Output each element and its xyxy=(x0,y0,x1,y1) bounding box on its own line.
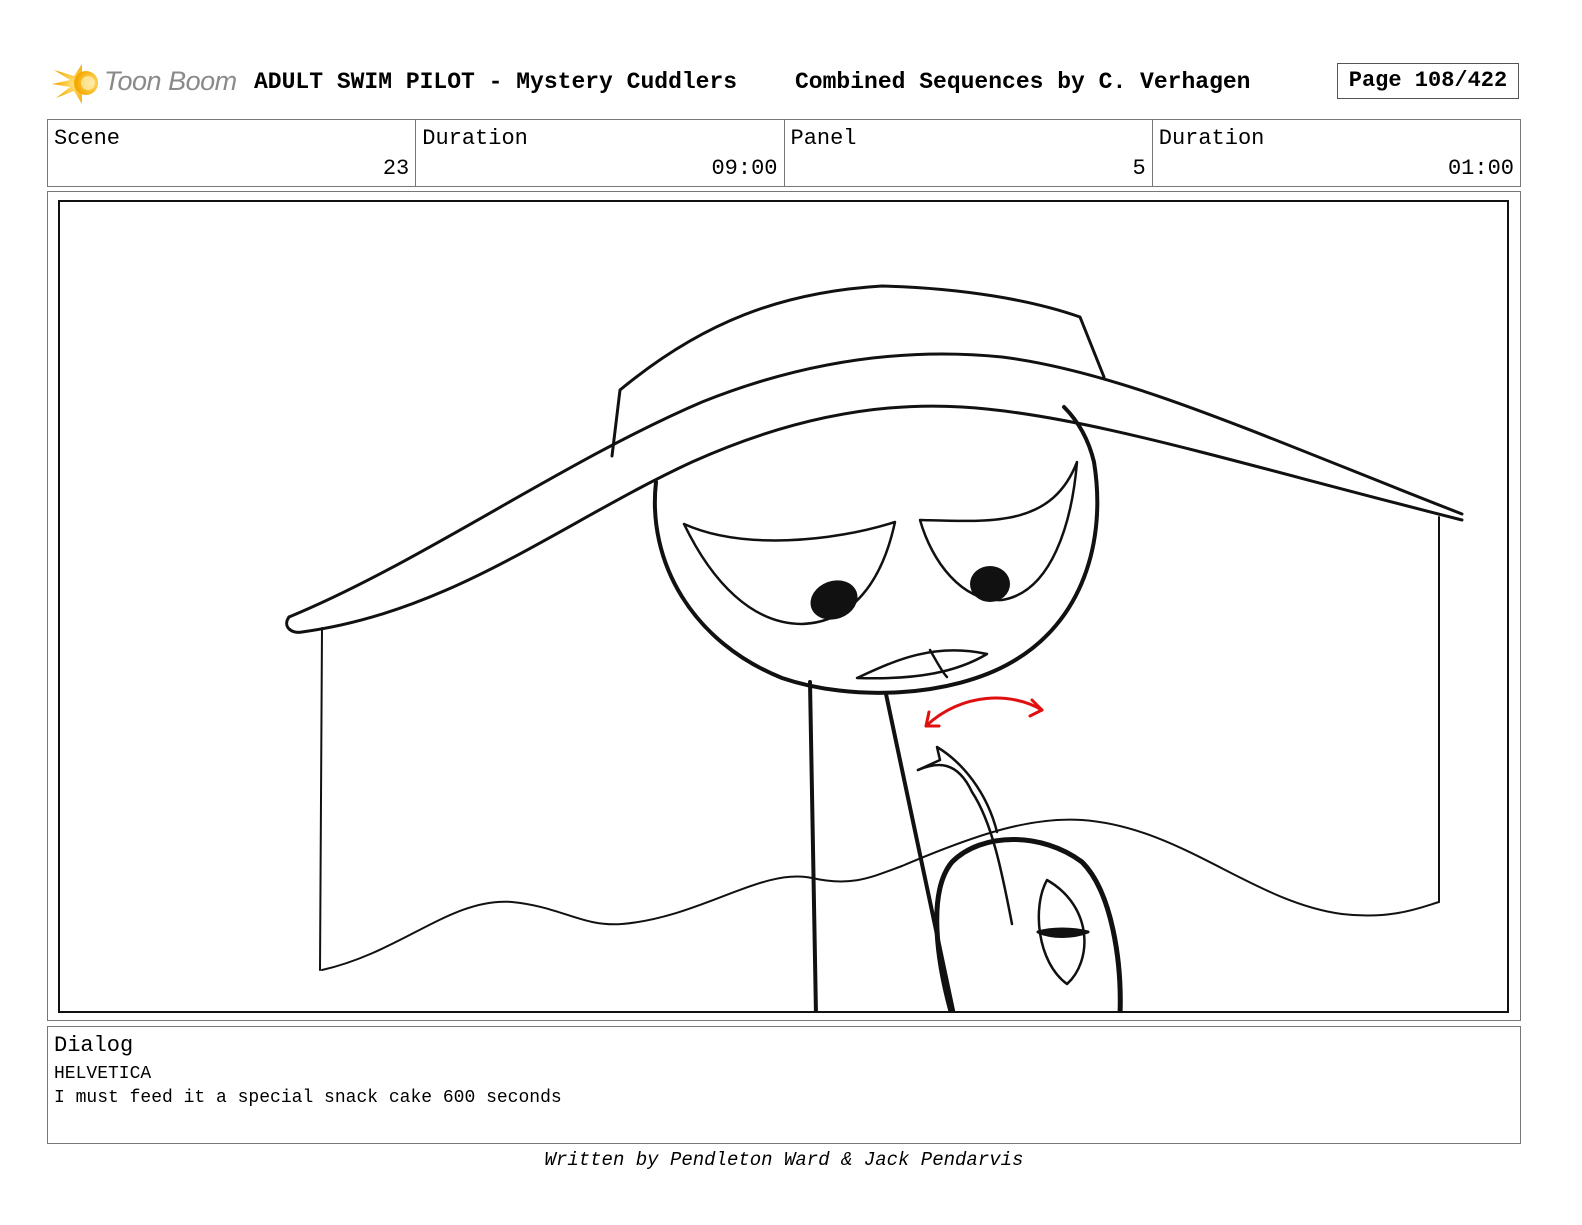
panel-value: 5 xyxy=(1132,156,1146,181)
logo-wordmark: Toon Boom xyxy=(104,66,237,96)
sprout xyxy=(916,745,1014,926)
writer-credit: Written by Pendleton Ward & Jack Pendarv… xyxy=(544,1149,1024,1171)
scene-label: Scene xyxy=(54,126,121,151)
motion-arrow-icon xyxy=(924,696,1044,728)
scene-info-row: Scene 23 Duration 09:00 Panel 5 Duration… xyxy=(47,119,1521,187)
scene-duration-label: Duration xyxy=(422,126,528,151)
project-title: ADULT SWIM PILOT - Mystery Cuddlers xyxy=(254,69,738,95)
character-mouth xyxy=(855,648,989,680)
dialog-label: Dialog xyxy=(54,1033,134,1058)
panel-cell: Panel 5 xyxy=(785,120,1153,186)
sunburst-icon xyxy=(52,64,98,104)
storyboard-panel xyxy=(58,200,1509,1013)
toon-boom-logo: Toon Boom xyxy=(52,56,242,108)
scene-duration-value: 09:00 xyxy=(711,156,778,181)
storyboard-drawing xyxy=(285,284,1464,1011)
panel-duration-label: Duration xyxy=(1158,126,1265,151)
page-header: Toon Boom ADULT SWIM PILOT - Mystery Cud… xyxy=(52,56,1540,108)
scene-duration-cell: Duration 09:00 xyxy=(416,120,785,186)
background-banner xyxy=(319,516,1440,971)
creature xyxy=(934,837,1123,1011)
panel-duration-cell: Duration 01:00 xyxy=(1153,120,1520,186)
dialog-line: I must feed it a special snack cake 600 … xyxy=(54,1088,562,1108)
scene-value: 23 xyxy=(382,156,410,181)
page-number-badge: Page 108/422 xyxy=(1337,63,1519,99)
panel-duration-value: 01:00 xyxy=(1447,156,1514,181)
creature-eye-lid xyxy=(1036,927,1090,938)
character-eyes xyxy=(682,460,1079,626)
dialog-box: Dialog HELVETICA I must feed it a specia… xyxy=(47,1026,1521,1144)
scene-cell: Scene 23 xyxy=(48,120,417,186)
panel-label: Panel xyxy=(790,126,857,151)
sequence-subtitle: Combined Sequences by C. Verhagen xyxy=(795,69,1251,95)
character-neck xyxy=(808,680,956,1011)
dialog-speaker: HELVETICA xyxy=(54,1064,152,1084)
character-pupils xyxy=(810,566,1010,620)
